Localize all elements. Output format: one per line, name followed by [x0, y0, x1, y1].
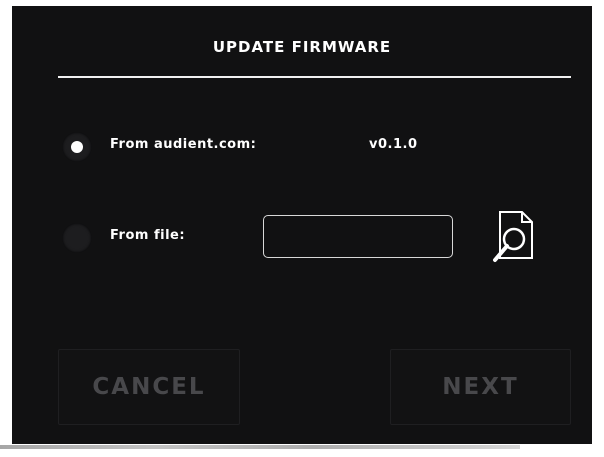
background-ghost-text — [0, 445, 520, 449]
from-online-label: From audient.com: — [110, 137, 257, 152]
update-firmware-dialog: UPDATE FIRMWARE From audient.com: v0.1.0… — [12, 6, 592, 444]
background-strip — [0, 444, 604, 457]
file-path-input[interactable] — [263, 215, 453, 258]
cancel-button[interactable]: CANCEL — [58, 349, 240, 425]
next-button[interactable]: NEXT — [390, 349, 571, 425]
radio-selected-dot — [71, 141, 83, 153]
file-search-icon — [493, 211, 533, 262]
dialog-title: UPDATE FIRMWARE — [212, 38, 392, 56]
from-file-label: From file: — [110, 228, 186, 243]
radio-from-file[interactable] — [62, 223, 92, 253]
online-version-value: v0.1.0 — [369, 137, 418, 152]
browse-file-button[interactable] — [484, 206, 540, 268]
radio-from-online[interactable] — [62, 132, 92, 162]
title-divider — [58, 76, 571, 78]
